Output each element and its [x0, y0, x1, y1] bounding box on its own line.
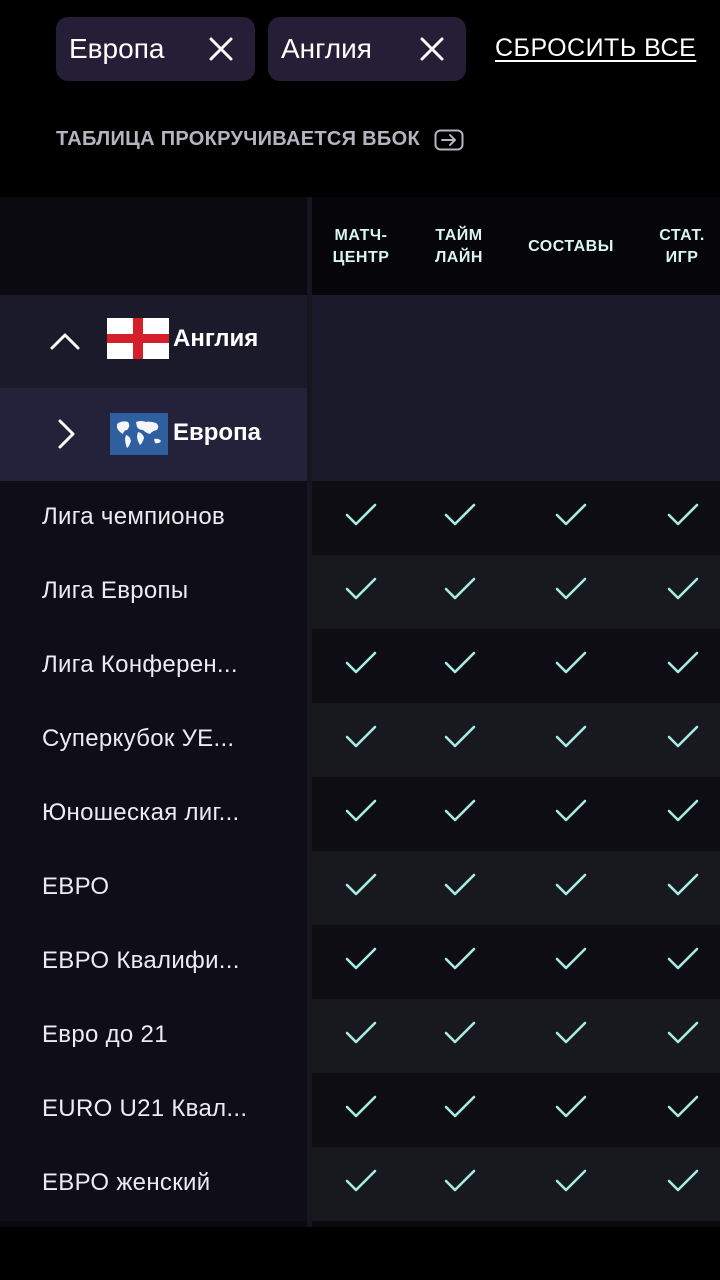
check-icon — [444, 1095, 476, 1118]
check-icon — [667, 799, 699, 822]
check-icon — [555, 873, 587, 896]
table-row[interactable]: ЕВРО — [0, 851, 720, 925]
check-icon — [345, 873, 377, 896]
check-icon — [345, 577, 377, 600]
chevron-right-icon[interactable] — [56, 418, 76, 450]
row-name: Суперкубок УЕ... — [42, 725, 235, 752]
check-icon — [555, 799, 587, 822]
group-name: Англия — [173, 325, 259, 352]
row-name: Лига Конферен... — [42, 651, 238, 678]
column-header-timeline: ТАЙМ ЛАЙН — [435, 227, 483, 266]
check-icon — [345, 503, 377, 526]
check-icon — [444, 503, 476, 526]
row-name: Евро до 21 — [42, 1021, 168, 1048]
check-icon — [667, 947, 699, 970]
check-icon — [667, 1021, 699, 1044]
table-row[interactable]: Лига Европы — [0, 555, 720, 629]
row-name: EURO U21 Квал... — [42, 1095, 248, 1122]
check-icon — [555, 577, 587, 600]
check-icon — [444, 1169, 476, 1192]
table-row[interactable]: EURO U21 Квал... — [0, 1073, 720, 1147]
world-map-flag-icon — [110, 413, 168, 455]
close-icon[interactable] — [209, 37, 233, 61]
check-icon — [667, 873, 699, 896]
row-name: ЕВРО Квалифи... — [42, 947, 240, 974]
check-icon — [555, 1095, 587, 1118]
check-icon — [667, 1095, 699, 1118]
check-icon — [444, 799, 476, 822]
table-row[interactable]: Евро до 21 — [0, 999, 720, 1073]
check-icon — [667, 725, 699, 748]
check-icon — [555, 503, 587, 526]
england-flag-icon — [107, 318, 169, 359]
check-icon — [555, 947, 587, 970]
check-icon — [345, 1021, 377, 1044]
reset-all-link[interactable]: СБРОСИТЬ ВСЕ — [495, 34, 696, 63]
table-row[interactable]: Суперкубок УЕ... — [0, 703, 720, 777]
check-icon — [345, 1169, 377, 1192]
check-icon — [444, 1021, 476, 1044]
column-header-match-center: МАТЧ- ЦЕНТР — [332, 227, 390, 266]
check-icon — [345, 947, 377, 970]
check-icon — [345, 1095, 377, 1118]
table-header: МАТЧ- ЦЕНТР ТАЙМ ЛАЙН СОСТАВЫ СТАТ. ИГР — [312, 197, 720, 295]
check-icon — [345, 651, 377, 674]
row-name: Лига Европы — [42, 577, 189, 604]
row-name: Юношеская лиг... — [42, 799, 240, 826]
row-name: ЕВРО женский — [42, 1169, 211, 1196]
table-row[interactable]: Лига чемпионов — [0, 481, 720, 555]
check-icon — [444, 947, 476, 970]
tournament-table[interactable]: МАТЧ- ЦЕНТР ТАЙМ ЛАЙН СОСТАВЫ СТАТ. ИГР Анг… — [0, 197, 720, 1227]
check-icon — [345, 725, 377, 748]
check-icon — [667, 1169, 699, 1192]
group-row-europe[interactable]: Европа — [0, 388, 720, 481]
group-row-england[interactable]: Англия — [0, 295, 720, 388]
table-row[interactable]: ЕВРО Квалифи... — [0, 925, 720, 999]
filter-chip-label: Англия — [281, 33, 372, 64]
column-header-lineups: СОСТАВЫ — [528, 238, 614, 255]
close-icon[interactable] — [420, 37, 444, 61]
check-icon — [555, 725, 587, 748]
check-icon — [444, 725, 476, 748]
arrow-right-box-icon — [434, 129, 464, 150]
check-icon — [555, 1169, 587, 1192]
scroll-hint-text: ТАБЛИЦА ПРОКРУЧИВАЕТСЯ ВБОК — [56, 128, 420, 150]
filter-chip-label: Европа — [69, 33, 165, 64]
table-row[interactable]: Юношеская лиг... — [0, 777, 720, 851]
check-icon — [555, 1021, 587, 1044]
scroll-hint: ТАБЛИЦА ПРОКРУЧИВАЕТСЯ ВБОК — [56, 128, 464, 151]
table-row[interactable]: ЕВРО женский — [0, 1147, 720, 1221]
check-icon — [444, 873, 476, 896]
check-icon — [345, 799, 377, 822]
row-name: ЕВРО — [42, 873, 110, 900]
row-name: Лига чемпионов — [42, 503, 226, 530]
group-name: Европа — [173, 419, 261, 446]
check-icon — [667, 503, 699, 526]
check-icon — [444, 577, 476, 600]
check-icon — [667, 651, 699, 674]
check-icon — [555, 651, 587, 674]
table-row[interactable]: Лига Конферен... — [0, 629, 720, 703]
column-header-game-stats: СТАТ. ИГР — [659, 227, 705, 266]
filter-chip-england[interactable]: Англия — [268, 17, 466, 81]
chevron-up-icon[interactable] — [50, 331, 80, 351]
check-icon — [444, 651, 476, 674]
check-icon — [667, 577, 699, 600]
filter-chip-europe[interactable]: Европа — [56, 17, 255, 81]
bottom-area — [0, 1227, 720, 1280]
